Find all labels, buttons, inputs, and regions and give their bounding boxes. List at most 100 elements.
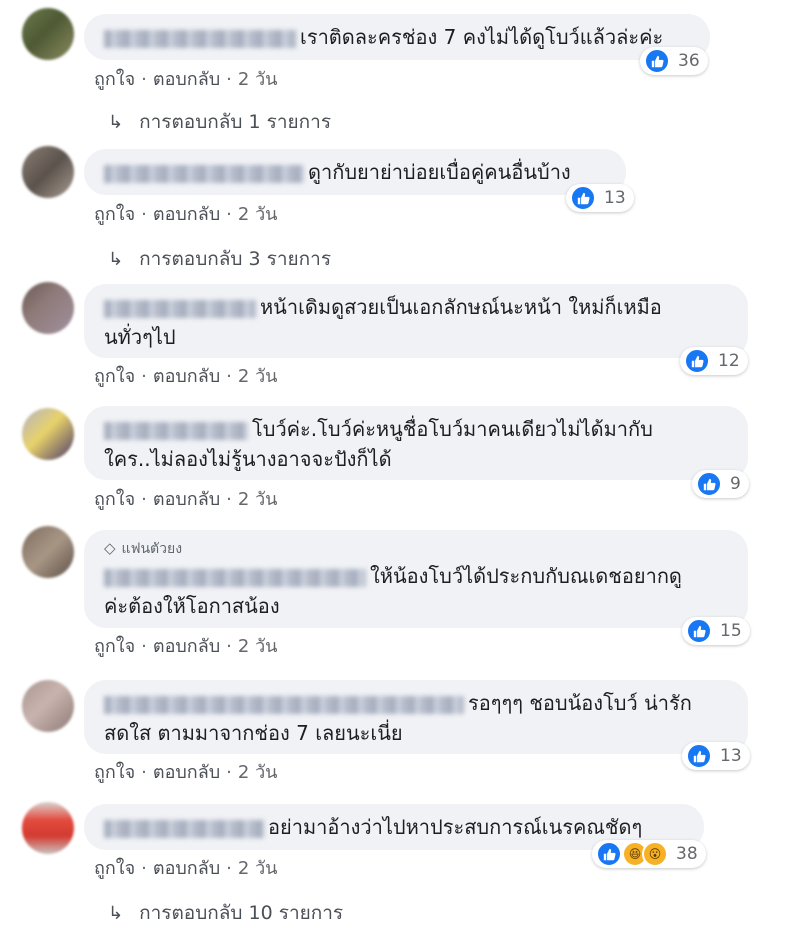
reaction-summary[interactable]: 36: [640, 47, 708, 75]
reply-link[interactable]: ตอบกลับ: [153, 636, 220, 657]
commenter-name[interactable]: [104, 164, 304, 183]
reaction-summary[interactable]: 12: [680, 347, 748, 375]
timestamp[interactable]: 2 วัน: [238, 858, 278, 879]
avatar[interactable]: [22, 408, 74, 460]
comment-actions: ถูกใจ · ตอบกลับ · 2 วัน: [94, 484, 277, 513]
replies-count-label: การตอบกลับ 3 รายการ: [139, 248, 332, 270]
comment-text-line-1: รอๆๆๆ ชอบน้องโบว์ น่ารัก: [468, 691, 692, 715]
comment-bubble: รอๆๆๆ ชอบน้องโบว์ น่ารัก สดใส ตามมาจากช่…: [84, 680, 748, 754]
comment-text-line-1: หน้าเดิมดูสวยเป็นเอกลักษณ์นะหน้า ใหม่ก็เ…: [260, 295, 662, 319]
like-icon: [686, 618, 712, 644]
comment-actions: ถูกใจ · ตอบกลับ · 2 วัน: [94, 757, 277, 786]
comment-text: เราติดละครช่อง 7 คงไม่ได้ดูโบว์แล้วล่ะค่…: [300, 25, 664, 49]
reaction-summary[interactable]: 13: [566, 184, 634, 212]
like-link[interactable]: ถูกใจ: [94, 69, 135, 90]
commenter-name[interactable]: [104, 421, 248, 440]
comment-bubble: เราติดละครช่อง 7 คงไม่ได้ดูโบว์แล้วล่ะค่…: [84, 14, 710, 60]
reply-link[interactable]: ตอบกลับ: [153, 858, 220, 879]
like-icon: [596, 841, 622, 867]
comment-actions: ถูกใจ · ตอบกลับ · 2 วัน: [94, 361, 277, 390]
avatar[interactable]: [22, 802, 74, 854]
view-replies-link[interactable]: ↳ การตอบกลับ 10 รายการ: [108, 898, 343, 928]
separator: ·: [141, 489, 147, 510]
avatar[interactable]: [22, 146, 74, 198]
reaction-summary[interactable]: 😆 😮 38: [592, 840, 706, 868]
like-link[interactable]: ถูกใจ: [94, 366, 135, 387]
separator: ·: [141, 204, 147, 225]
comment-text-line-1: ให้น้องโบว์ได้ประกบกับณเดชอยากดู: [370, 564, 682, 588]
separator: ·: [226, 858, 232, 879]
reply-arrow-icon: ↳: [108, 111, 124, 133]
separator: ·: [141, 69, 147, 90]
separator: ·: [226, 204, 232, 225]
comment-bubble: โบว์ค่ะ.โบว์ค่ะหนูชื่อโบว์มาคนเดียวไม่ได…: [84, 406, 748, 480]
like-icon: [570, 185, 596, 211]
comment-text: อย่ามาอ้างว่าไปหาประสบการณ์เนรคณชัดๆ: [268, 815, 643, 839]
commenter-name[interactable]: [104, 695, 464, 714]
view-replies-link[interactable]: ↳ การตอบกลับ 3 รายการ: [108, 244, 331, 274]
reply-link[interactable]: ตอบกลับ: [153, 366, 220, 387]
comment-actions: ถูกใจ · ตอบกลับ · 2 วัน: [94, 199, 277, 228]
like-icon: [686, 743, 712, 769]
like-link[interactable]: ถูกใจ: [94, 636, 135, 657]
timestamp[interactable]: 2 วัน: [238, 69, 278, 90]
commenter-name[interactable]: [104, 568, 366, 587]
timestamp[interactable]: 2 วัน: [238, 762, 278, 783]
timestamp[interactable]: 2 วัน: [238, 204, 278, 225]
avatar[interactable]: [22, 282, 74, 334]
diamond-icon: ◇: [104, 539, 116, 557]
like-link[interactable]: ถูกใจ: [94, 489, 135, 510]
reaction-summary[interactable]: 15: [682, 617, 750, 645]
comment-text-line-2: ค่ะต้องให้โอกาสน้อง: [104, 594, 280, 618]
comment-actions: ถูกใจ · ตอบกลับ · 2 วัน: [94, 64, 277, 93]
separator: ·: [226, 489, 232, 510]
comment-bubble: ดูากับยาย่าบ่อยเบื่อคู่คนอื่นบ้าง: [84, 149, 626, 195]
commenter-name[interactable]: [104, 819, 264, 838]
view-replies-link[interactable]: ↳ การตอบกลับ 1 รายการ: [108, 107, 331, 137]
comment-text-line-2: ใคร..ไม่ลองไม่รู้นางอาจจะปังก็ได้: [104, 447, 392, 471]
timestamp[interactable]: 2 วัน: [238, 366, 278, 387]
comment-actions: ถูกใจ · ตอบกลับ · 2 วัน: [94, 853, 277, 882]
separator: ·: [226, 636, 232, 657]
commenter-name[interactable]: [104, 299, 256, 318]
reaction-count: 13: [604, 188, 626, 208]
reply-link[interactable]: ตอบกลับ: [153, 69, 220, 90]
comment-text-line-1: โบว์ค่ะ.โบว์ค่ะหนูชื่อโบว์มาคนเดียวไม่ได…: [252, 417, 653, 441]
comment-text-line-2: สดใส ตามมาจากช่อง 7 เลยนะเนี่ย: [104, 721, 403, 745]
commenter-name[interactable]: [104, 29, 296, 48]
separator: ·: [226, 762, 232, 783]
timestamp[interactable]: 2 วัน: [238, 636, 278, 657]
like-icon: [696, 471, 722, 497]
reply-link[interactable]: ตอบกลับ: [153, 204, 220, 225]
reaction-count: 13: [720, 746, 742, 766]
badge-label: แฟนตัวยง: [121, 541, 183, 557]
separator: ·: [226, 69, 232, 90]
timestamp[interactable]: 2 วัน: [238, 489, 278, 510]
separator: ·: [226, 366, 232, 387]
reply-arrow-icon: ↳: [108, 248, 124, 270]
comment-bubble: หน้าเดิมดูสวยเป็นเอกลักษณ์นะหน้า ใหม่ก็เ…: [84, 284, 748, 358]
reply-link[interactable]: ตอบกลับ: [153, 762, 220, 783]
separator: ·: [141, 762, 147, 783]
separator: ·: [141, 366, 147, 387]
like-link[interactable]: ถูกใจ: [94, 762, 135, 783]
comment-text-line-2: นทั่วๆไป: [104, 325, 176, 349]
avatar[interactable]: [22, 526, 74, 578]
like-link[interactable]: ถูกใจ: [94, 858, 135, 879]
reaction-summary[interactable]: 9: [692, 470, 749, 498]
reaction-count: 12: [718, 351, 740, 371]
reaction-count: 36: [678, 51, 700, 71]
reaction-summary[interactable]: 13: [682, 742, 750, 770]
wow-icon: 😮: [642, 841, 668, 867]
replies-count-label: การตอบกลับ 1 รายการ: [139, 111, 332, 133]
avatar[interactable]: [22, 8, 74, 60]
replies-count-label: การตอบกลับ 10 รายการ: [139, 902, 344, 924]
reply-link[interactable]: ตอบกลับ: [153, 489, 220, 510]
like-link[interactable]: ถูกใจ: [94, 204, 135, 225]
reply-arrow-icon: ↳: [108, 902, 124, 924]
separator: ·: [141, 636, 147, 657]
comment-text: ดูากับยาย่าบ่อยเบื่อคู่คนอื่นบ้าง: [308, 160, 571, 184]
comment-bubble: ◇ แฟนตัวยง ให้น้องโบว์ได้ประกบกับณเดชอยาก…: [84, 530, 748, 628]
reaction-count: 38: [676, 844, 698, 864]
avatar[interactable]: [22, 680, 74, 732]
